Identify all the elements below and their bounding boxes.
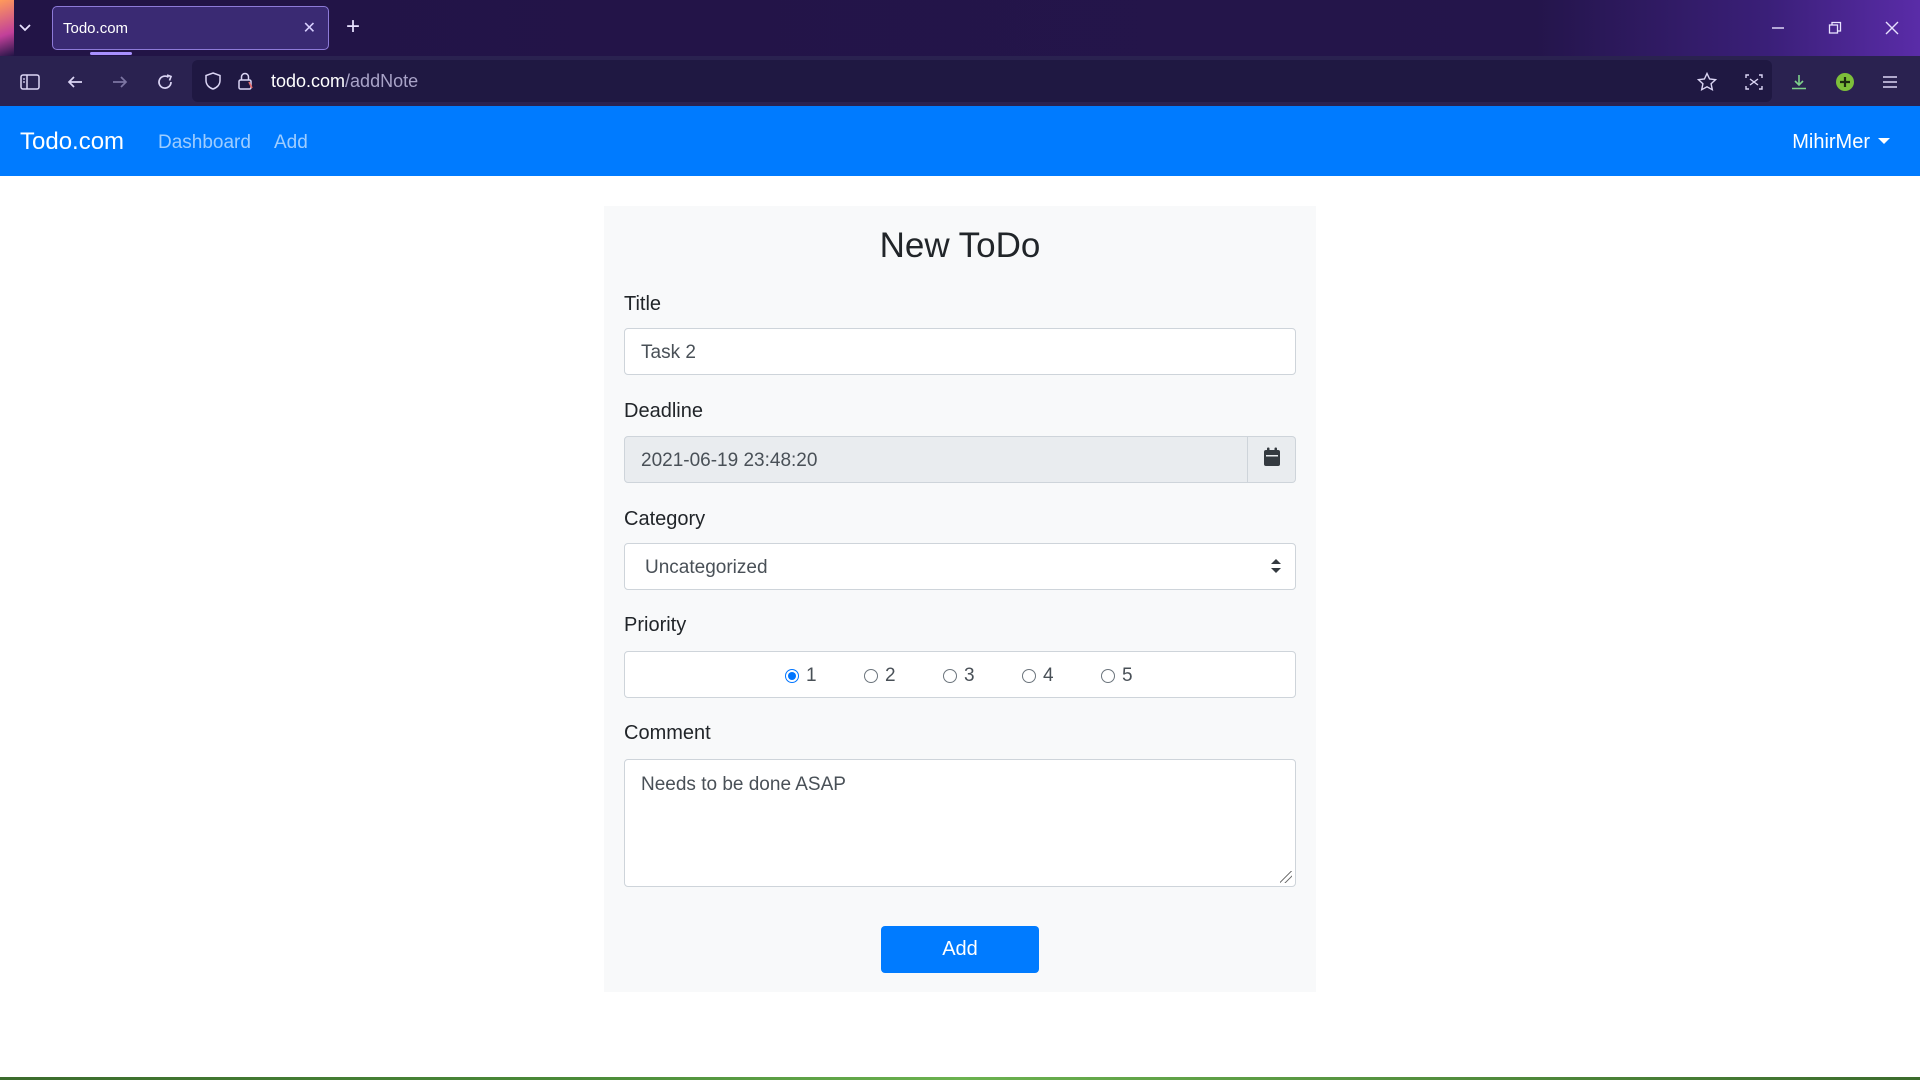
form-heading: New ToDo	[879, 226, 1041, 265]
comment-label: Comment	[624, 722, 711, 744]
shield-icon[interactable]	[200, 68, 226, 94]
title-label: Title	[624, 293, 662, 315]
star-icon[interactable]	[1694, 69, 1720, 95]
title-input-value: Task 2	[641, 342, 696, 363]
url-host: todo.com	[271, 71, 346, 91]
plus-icon[interactable]: +	[346, 12, 360, 42]
close-window-icon[interactable]	[1872, 10, 1912, 46]
nav-link-dashboard[interactable]: Dashboard	[158, 132, 251, 154]
priority-option-label: 3	[964, 665, 975, 686]
priority-option-3[interactable]: 3	[943, 665, 975, 687]
priority-label: Priority	[624, 614, 687, 636]
user-menu-dropdown[interactable]: MihirMer	[1792, 131, 1890, 154]
user-name: MihirMer	[1792, 131, 1870, 153]
hamburger-menu-icon[interactable]	[1877, 69, 1903, 95]
comment-textarea[interactable]: Needs to be done ASAP	[624, 759, 1296, 887]
radio-icon	[1101, 669, 1115, 683]
radio-icon	[864, 669, 878, 683]
priority-option-label: 1	[806, 665, 817, 686]
priority-options: 1 2 3 4 5	[625, 652, 1295, 697]
priority-option-4[interactable]: 4	[1022, 665, 1054, 687]
select-arrows-icon	[1271, 559, 1281, 575]
back-arrow-icon[interactable]	[62, 69, 88, 95]
forward-arrow-icon[interactable]	[107, 69, 133, 95]
radio-icon	[1022, 669, 1036, 683]
download-icon[interactable]	[1786, 69, 1812, 95]
radio-icon	[943, 669, 957, 683]
nav-link-add[interactable]: Add	[274, 132, 308, 154]
category-select-value: Uncategorized	[645, 557, 768, 578]
deadline-label: Deadline	[624, 400, 703, 422]
title-input[interactable]: Task 2	[624, 328, 1296, 375]
calendar-button[interactable]	[1248, 436, 1296, 483]
category-label: Category	[624, 508, 706, 530]
lock-icon[interactable]	[232, 68, 258, 94]
chevron-down-icon[interactable]	[10, 12, 40, 42]
app-navbar: Todo.com Dashboard Add MihirMer	[0, 106, 1920, 176]
tab-active-indicator	[90, 52, 132, 55]
new-todo-form: New ToDo Title Task 2 Deadline 2021-06-1…	[604, 206, 1316, 992]
deadline-input-value: 2021-06-19 23:48:20	[641, 450, 818, 471]
calendar-icon	[1263, 447, 1281, 472]
priority-option-1[interactable]: 1	[785, 665, 817, 687]
extension-icon[interactable]	[1832, 69, 1858, 95]
radio-checked-icon	[785, 669, 799, 683]
priority-option-label: 4	[1043, 665, 1054, 686]
screenshot-icon[interactable]	[1741, 69, 1767, 95]
comment-textarea-value: Needs to be done ASAP	[641, 774, 846, 795]
minimize-icon[interactable]	[1758, 10, 1798, 46]
caret-down-icon	[1878, 138, 1890, 144]
close-icon[interactable]: ✕	[303, 18, 316, 38]
reload-icon[interactable]	[152, 69, 178, 95]
sidebar-icon[interactable]	[17, 69, 43, 95]
address-bar[interactable]	[192, 60, 1772, 102]
browser-tab-bar: Todo.com ✕ +	[0, 0, 1920, 56]
category-select[interactable]: Uncategorized	[624, 543, 1296, 590]
priority-option-5[interactable]: 5	[1101, 665, 1133, 687]
url-path: /addNote	[345, 71, 419, 91]
priority-radio-group: 1 2 3 4 5	[624, 651, 1296, 698]
resize-grip-icon[interactable]	[1280, 871, 1292, 883]
deadline-input[interactable]: 2021-06-19 23:48:20	[624, 436, 1248, 483]
brand-link[interactable]: Todo.com	[20, 128, 124, 156]
browser-tab[interactable]: Todo.com ✕	[52, 6, 329, 50]
url-text: todo.com/addNote	[271, 71, 418, 92]
priority-option-label: 5	[1122, 665, 1133, 686]
tab-title: Todo.com	[63, 20, 129, 37]
add-button[interactable]: Add	[881, 926, 1039, 973]
priority-option-label: 2	[885, 665, 896, 686]
restore-icon[interactable]	[1815, 10, 1855, 46]
priority-option-2[interactable]: 2	[864, 665, 896, 687]
browser-toolbar: todo.com/addNote	[0, 56, 1920, 106]
